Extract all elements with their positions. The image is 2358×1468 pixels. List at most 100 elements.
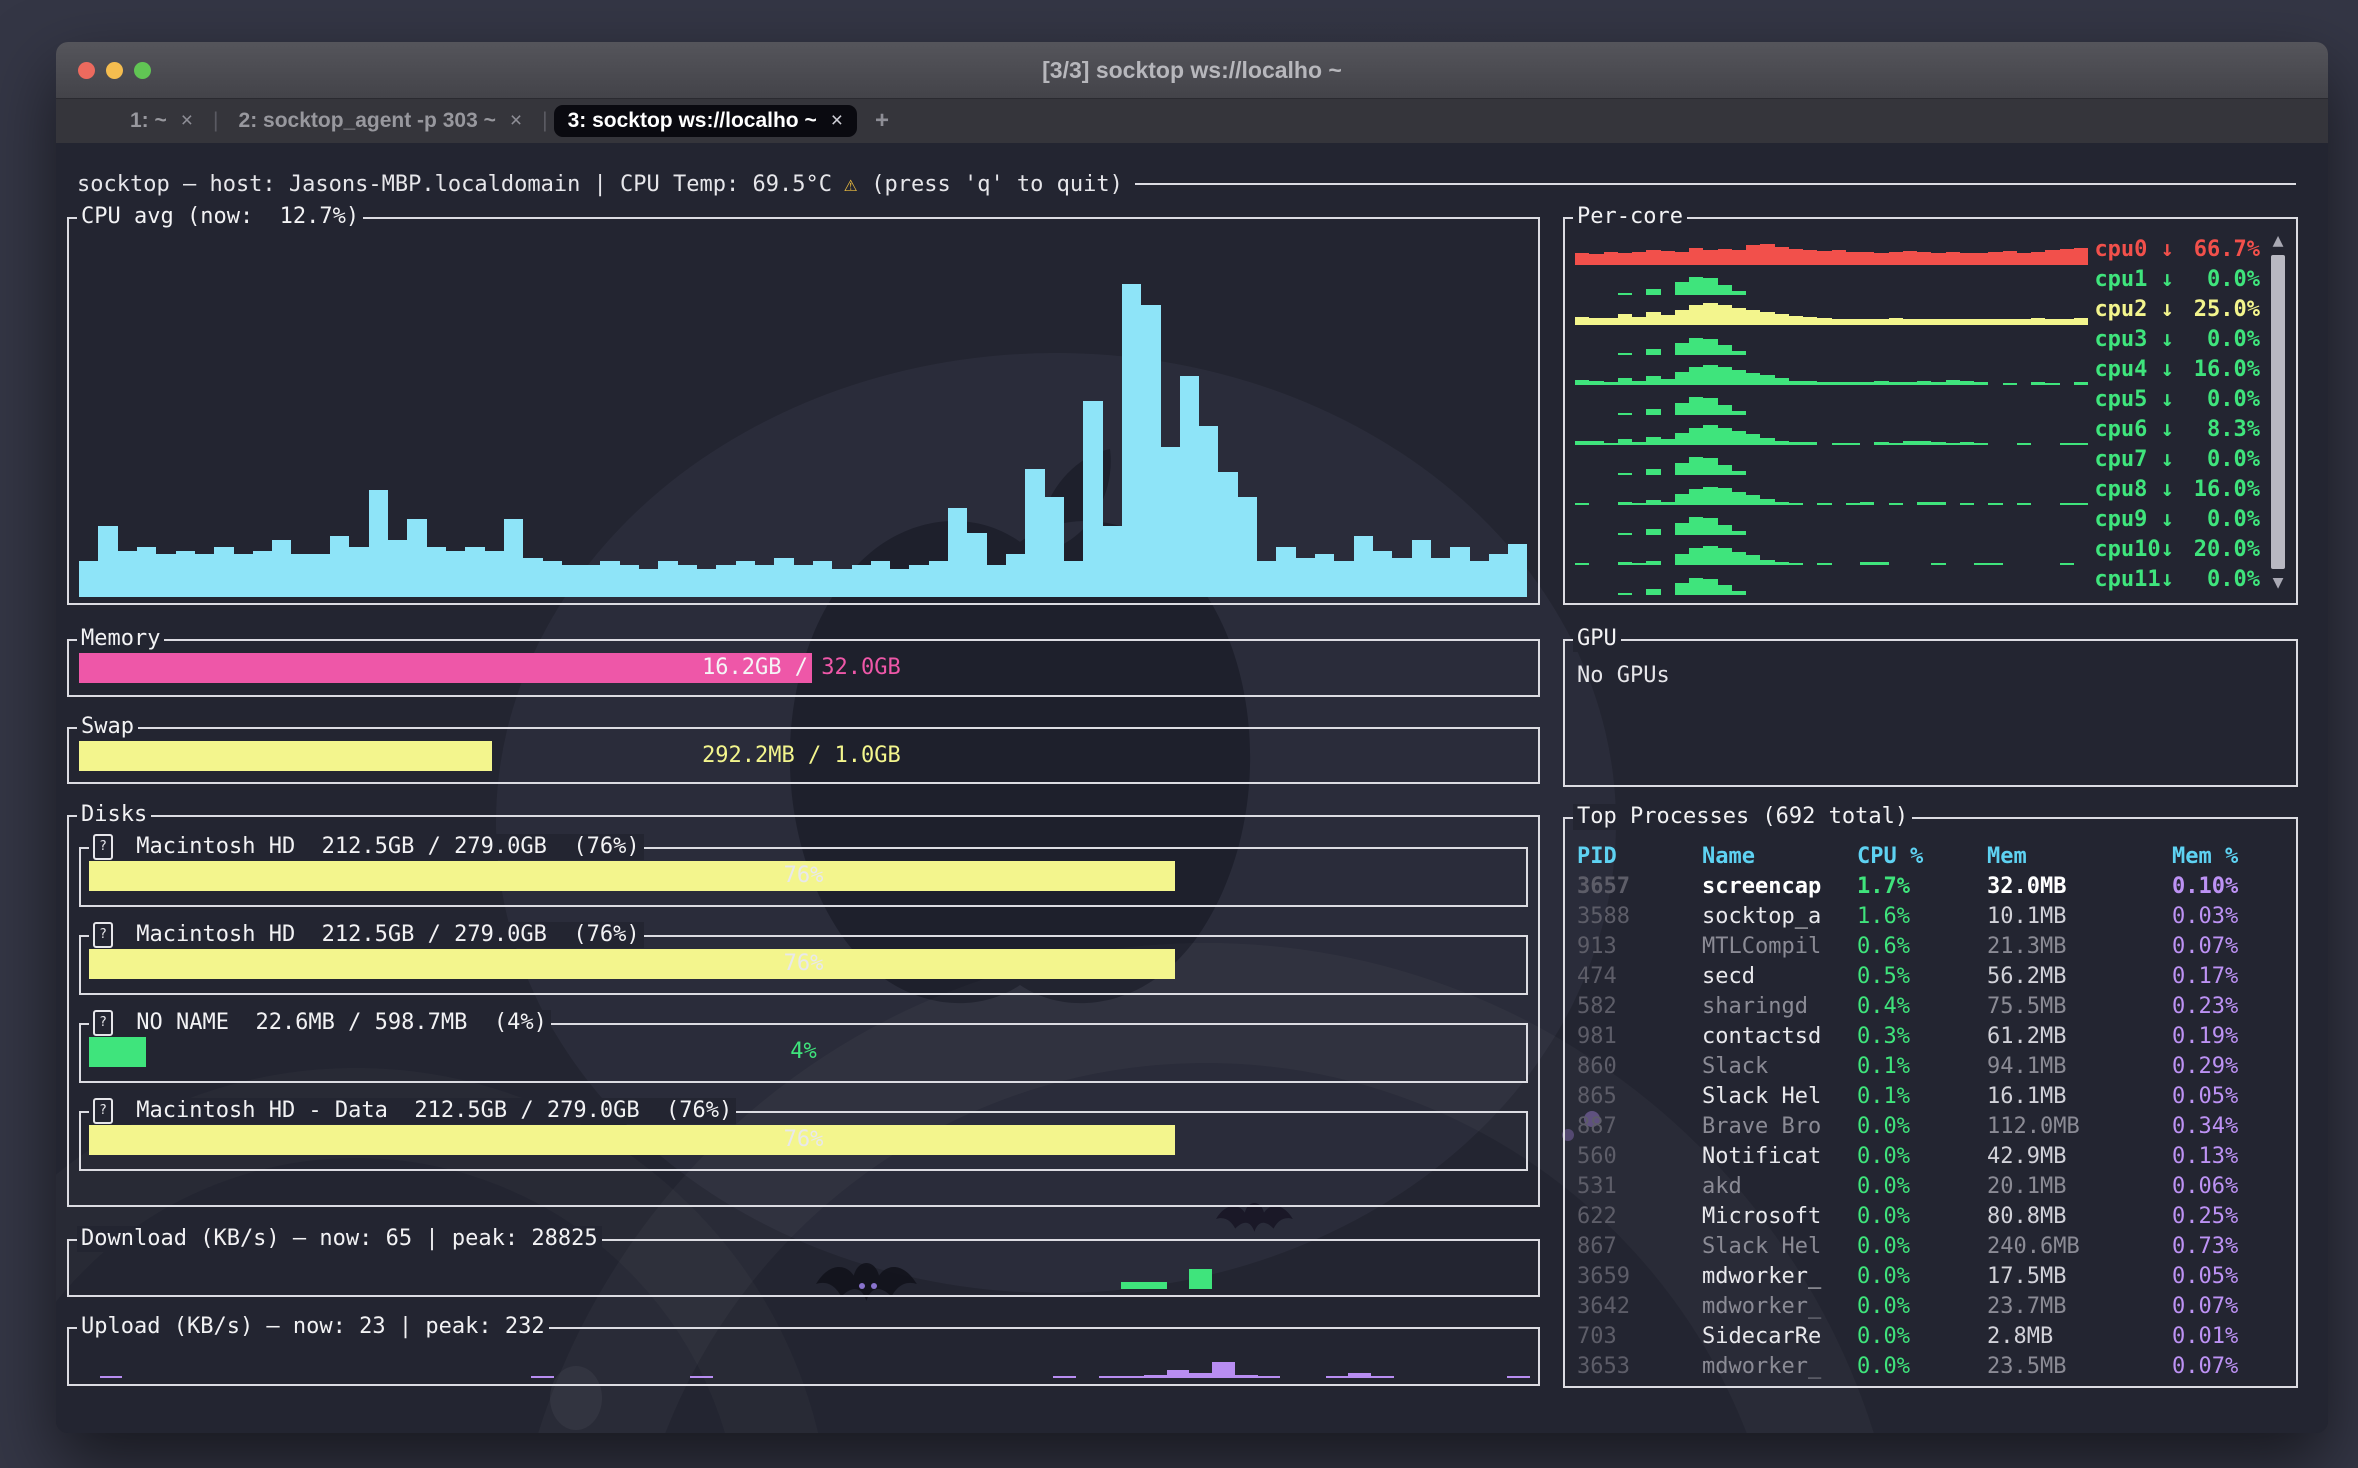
- disk-gauge: 4%: [89, 1037, 1518, 1067]
- disk-percent-label: 76%: [89, 861, 1518, 891]
- disk-panel: ? Macintosh HD - Data 212.5GB / 279.0GB …: [79, 1111, 1528, 1171]
- panel-cpu-avg: CPU avg (now: 12.7%): [67, 217, 1540, 605]
- arrow-down-icon: ↓: [2161, 237, 2174, 262]
- core-row: cpu11↓ 0.0%: [1575, 565, 2260, 595]
- tab-label: 2: socktop_agent -p 303 ~: [239, 109, 496, 133]
- disk-gauge: 76%: [89, 861, 1518, 891]
- disk-gauge: 76%: [89, 1125, 1518, 1155]
- core-sparkline: [1575, 447, 2088, 475]
- tab-separator: |: [542, 109, 547, 133]
- disk-panel: ? Macintosh HD 212.5GB / 279.0GB (76%) 7…: [79, 935, 1528, 995]
- upload-title: Upload (KB/s) — now: 23 | peak: 232: [77, 1314, 549, 1340]
- process-row: 3659 mdworker_ 0.0% 17.5MB 0.05%: [1577, 1261, 2284, 1291]
- process-row: 867 Slack Hel 0.0% 240.6MB 0.73%: [1577, 1231, 2284, 1261]
- disk-icon: ?: [93, 922, 113, 948]
- disk-percent-label: 76%: [89, 1125, 1518, 1155]
- process-row: 865 Slack Hel 0.1% 16.1MB 0.05%: [1577, 1081, 2284, 1111]
- tab-close-icon[interactable]: ×: [831, 109, 843, 133]
- scroll-down-icon[interactable]: ▼: [2273, 573, 2284, 593]
- process-row: 887 Brave Bro 0.0% 112.0MB 0.34%: [1577, 1111, 2284, 1141]
- process-row: 981 contactsd 0.3% 61.2MB 0.19%: [1577, 1021, 2284, 1051]
- core-sparkline: [1575, 477, 2088, 505]
- disk-percent-label: 4%: [89, 1037, 1518, 1067]
- right-column: Per-core cpu0↓ 66.7% cpu1↓ 0.0% cpu2↓ 25…: [1563, 217, 2298, 1388]
- process-row: 582 sharingd 0.4% 75.5MB 0.23%: [1577, 991, 2284, 1021]
- panel-upload: Upload (KB/s) — now: 23 | peak: 232: [67, 1327, 1540, 1386]
- new-tab-button[interactable]: +: [875, 107, 889, 135]
- core-row: cpu3↓ 0.0%: [1575, 325, 2260, 355]
- tab-label: 1: ~: [130, 109, 167, 133]
- process-row: 560 Notificat 0.0% 42.9MB 0.13%: [1577, 1141, 2284, 1171]
- tab[interactable]: 1: ~ ×: [116, 105, 207, 137]
- core-label: cpu9↓ 0.0%: [2088, 505, 2260, 535]
- core-row: cpu1↓ 0.0%: [1575, 265, 2260, 295]
- core-list: cpu0↓ 66.7% cpu1↓ 0.0% cpu2↓ 25.0% cpu3↓…: [1575, 235, 2260, 595]
- swap-gauge: 292.2MB / 1.0GB: [79, 741, 1528, 771]
- core-sparkline: [1575, 327, 2088, 355]
- tab[interactable]: 2: socktop_agent -p 303 ~ ×: [225, 105, 537, 137]
- core-label: cpu2↓ 25.0%: [2088, 295, 2260, 325]
- gpu-message: No GPUs: [1565, 641, 2296, 688]
- window-title: [3/3] socktop ws://localho ~: [56, 57, 2328, 84]
- gpu-title: GPU: [1573, 626, 1621, 652]
- core-row: cpu6↓ 8.3%: [1575, 415, 2260, 445]
- column-name: Name: [1702, 844, 1857, 869]
- memory-title: Memory: [77, 626, 164, 652]
- core-sparkline: [1575, 357, 2088, 385]
- swap-title: Swap: [77, 714, 138, 740]
- process-list: 3657 screencap 1.7% 32.0MB 0.10% 3588 so…: [1577, 871, 2284, 1381]
- disk-title: ? NO NAME 22.6MB / 598.7MB (4%): [89, 1010, 551, 1036]
- core-row: cpu8↓ 16.0%: [1575, 475, 2260, 505]
- tab-separator: |: [213, 109, 218, 133]
- disks-title: Disks: [77, 802, 151, 828]
- scroll-up-icon[interactable]: ▲: [2273, 231, 2284, 251]
- download-title: Download (KB/s) — now: 65 | peak: 28825: [77, 1226, 602, 1252]
- core-label: cpu4↓ 16.0%: [2088, 355, 2260, 385]
- process-row: 3653 mdworker_ 0.0% 23.5MB 0.07%: [1577, 1351, 2284, 1381]
- tab-close-icon[interactable]: ×: [510, 109, 522, 133]
- core-label: cpu6↓ 8.3%: [2088, 415, 2260, 445]
- per-core-title: Per-core: [1573, 204, 1687, 230]
- arrow-down-icon: ↓: [2161, 417, 2174, 442]
- cpu-avg-title: CPU avg (now: 12.7%): [77, 204, 363, 230]
- core-label: cpu1↓ 0.0%: [2088, 265, 2260, 295]
- arrow-down-icon: ↓: [2161, 507, 2174, 532]
- core-sparkline: [1575, 267, 2088, 295]
- core-row: cpu10↓ 20.0%: [1575, 535, 2260, 565]
- core-row: cpu7↓ 0.0%: [1575, 445, 2260, 475]
- panel-swap: Swap 292.2MB / 1.0GB: [67, 727, 1540, 784]
- core-row: cpu4↓ 16.0%: [1575, 355, 2260, 385]
- panel-download: Download (KB/s) — now: 65 | peak: 28825: [67, 1239, 1540, 1297]
- column-mem: Mem: [1987, 844, 2172, 869]
- disk-panel: ? NO NAME 22.6MB / 598.7MB (4%) 4%: [79, 1023, 1528, 1083]
- upload-chart: [77, 1343, 1530, 1378]
- titlebar[interactable]: [3/3] socktop ws://localho ~: [56, 42, 2328, 99]
- arrow-down-icon: ↓: [2161, 267, 2174, 292]
- core-label: cpu0↓ 66.7%: [2088, 235, 2260, 265]
- core-label: cpu11↓ 0.0%: [2088, 565, 2260, 595]
- arrow-down-icon: ↓: [2161, 537, 2174, 562]
- swap-fill: [79, 741, 492, 771]
- scroll-thumb[interactable]: [2271, 255, 2285, 569]
- disk-gauge: 76%: [89, 949, 1518, 979]
- tab-close-icon[interactable]: ×: [181, 109, 193, 133]
- process-row: 531 akd 0.0% 20.1MB 0.06%: [1577, 1171, 2284, 1201]
- core-sparkline: [1575, 537, 2088, 565]
- core-label: cpu8↓ 16.0%: [2088, 475, 2260, 505]
- tab-bar: 1: ~ × | 2: socktop_agent -p 303 ~ × | 3…: [56, 99, 2328, 143]
- host-status-text: socktop — host: Jasons-MBP.localdomain |…: [77, 172, 832, 197]
- panel-disks: Disks ? Macintosh HD 212.5GB / 279.0GB (…: [67, 815, 1540, 1207]
- cpu-avg-chart: [79, 241, 1528, 597]
- arrow-down-icon: ↓: [2161, 357, 2174, 382]
- scrollbar[interactable]: ▲ ▼: [2266, 231, 2290, 593]
- warning-icon: ⚠: [844, 172, 857, 197]
- panel-memory: Memory 16.2GB / 32.0GB: [67, 639, 1540, 697]
- arrow-down-icon: ↓: [2161, 477, 2174, 502]
- process-row: 3657 screencap 1.7% 32.0MB 0.10%: [1577, 871, 2284, 901]
- disk-panel: ? Macintosh HD 212.5GB / 279.0GB (76%) 7…: [79, 847, 1528, 907]
- disk-list: ? Macintosh HD 212.5GB / 279.0GB (76%) 7…: [79, 847, 1528, 1171]
- tab[interactable]: 3: socktop ws://localho ~ ×: [554, 105, 857, 137]
- core-row: cpu9↓ 0.0%: [1575, 505, 2260, 535]
- core-row: cpu0↓ 66.7%: [1575, 235, 2260, 265]
- arrow-down-icon: ↓: [2161, 567, 2174, 592]
